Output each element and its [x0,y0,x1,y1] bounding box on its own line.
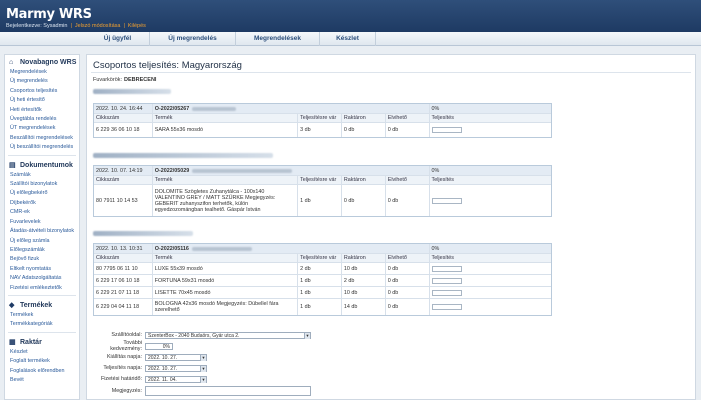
warehouse-icon: ▦ [9,338,16,346]
sidebar-item[interactable]: NAV Adatszolgáltatás [5,274,79,283]
user-info: Bejelentkezve: Sysadmin [6,23,68,29]
nav-orders[interactable]: Megrendelések [236,32,320,46]
sidebar-item[interactable]: Termékkategóriák [5,320,79,329]
sidebar-item[interactable]: Szállítói bizonylatok [5,180,79,189]
user-line: Bejelentkezve: Sysadmin | Jelszó módosítás… [6,23,146,29]
order-percent: 0% [431,245,440,252]
table-row: 80 7795 06 11 10 LUXE 55x39 mosdó 2 db 1… [94,263,551,275]
chevron-down-icon: ▼ [200,354,206,361]
table-row: 6 229 04 04 11 18 BOLOGNA 42x36 mosdó Me… [94,299,551,315]
sidebar-item[interactable]: ÜT megrendelések [5,124,79,133]
table-row: 80 7911 10 14 53 DOLOMITE Szögletes Zuha… [94,185,551,216]
table-row: 6 229 17 06 10 18 FORTUNA 59x31 mosdó 1 … [94,275,551,287]
fulfill-qty-input[interactable] [431,265,462,272]
discount-input[interactable]: 0% [145,342,173,350]
sidebar-item[interactable]: Heti értesítők [5,106,79,115]
order-code[interactable]: O-2022/05029 [153,166,430,175]
sidebar-section-products: ◆ Termékek [9,301,53,309]
order-date: 2022. 10. 24. 16:44 [94,104,153,113]
issue-date-row: Kiállítás napja: 2022. 10. 27. ▼ [106,353,207,361]
nav-new-customer[interactable]: Új ügyfél [86,32,150,46]
sidebar-item[interactable]: Új előleg számla [5,237,79,246]
logout-link[interactable]: Kilépés [128,23,146,29]
order-code[interactable]: O-2022/05267 [153,104,430,113]
note-textarea[interactable] [145,386,311,396]
order-table-2: 2022. 10. 07. 14:19 O-2022/05029 0% Cikk… [93,165,552,217]
fulfill-qty-input[interactable] [431,197,462,204]
sidebar-item[interactable]: Átadás-átvételi bizonylatok [5,227,79,236]
sidebar-item[interactable]: Csoportos teljesítés [5,87,79,96]
sidebar-item[interactable]: Megrendelések [5,68,79,77]
sidebar-item[interactable]: Foglalások előrendben [5,367,79,376]
redacted-customer [93,231,193,236]
fulfill-qty-input[interactable] [431,289,462,296]
sidebar-item[interactable]: Termékek [5,311,79,320]
due-date-select[interactable]: 2022. 11. 04. ▼ [145,375,207,383]
warehouse-select[interactable]: SzenterBox - 2040 Budaörs, Gyár utca 2. ▼ [145,331,311,339]
nav-new-order[interactable]: Új megrendelés [150,32,236,46]
sidebar-item[interactable]: Eltkelt nyomtatás [5,265,79,274]
redacted-customer [93,153,273,158]
fulfill-qty-input[interactable] [431,304,462,310]
order-table-3: 2022. 10. 13. 10:31 O-2022/05116 0% Cikk… [93,243,552,316]
redacted-customer [93,89,171,94]
route-value: DEBRECENI [124,77,157,83]
sidebar-item[interactable]: Új megrendelés [5,77,79,86]
route-info: Fuvarkörök: DEBRECENI [93,77,157,83]
order-code[interactable]: O-2022/05116 [153,244,430,253]
note-row: Megjegyzés: [93,386,311,396]
sidebar-item[interactable]: Beszállítói megrendelések [5,134,79,143]
perf-date-row: Teljesítés napja: 2022. 10. 27. ▼ [103,364,207,372]
sidebar-item[interactable]: Számlák [5,171,79,180]
chevron-down-icon: ▼ [304,332,310,339]
fulfill-qty-input[interactable] [431,277,462,284]
sidebar-item[interactable]: Fizetési emlékeztetők [5,284,79,293]
document-icon: ▤ [9,161,16,169]
chevron-down-icon: ▼ [200,365,206,372]
sidebar-section-documents: ▤ Dokumentumok [9,161,73,169]
sidebar-item[interactable]: Bejövő fizuk [5,255,79,264]
perf-date-select[interactable]: 2022. 10. 27. ▼ [145,364,207,372]
fulfill-qty-input[interactable] [431,127,462,133]
change-password-link[interactable]: Jelszó módosítása [75,23,121,29]
page-title: Csoportos teljesítés: Magyarország [93,60,242,71]
sidebar-item[interactable]: Előlegszámlák [5,246,79,255]
tag-icon: ◆ [9,301,15,309]
sidebar-item[interactable]: Készlet [5,348,79,357]
table-row: 6 229 21 07 11 18 LISETTE 70x45 mosdó 1 … [94,287,551,299]
sidebar-item[interactable]: Új heti értesítő [5,96,79,105]
sidebar: ⌂ Novabagno WRS Megrendelések Új megrende… [4,54,80,400]
discount-row: További kedvezmény: 0% [93,340,173,352]
sidebar-item[interactable]: Foglalt termékek [5,357,79,366]
order-percent: 0% [431,167,440,174]
sidebar-item[interactable]: Új előlegbekérő [5,189,79,198]
due-date-row: Fizetési határidő: 2022. 11. 04. ▼ [100,375,207,383]
sidebar-item[interactable]: CMR-ek [5,208,79,217]
order-date: 2022. 10. 07. 14:19 [94,166,153,175]
sidebar-item[interactable]: Díjbekérők [5,199,79,208]
sidebar-section-warehouse: ▦ Raktár [9,338,42,346]
home-icon: ⌂ [9,59,14,66]
app-logo[interactable]: Marmy WRS [6,7,92,22]
nav-stock[interactable]: Készlet [320,32,376,46]
sidebar-section-wrs: ⌂ Novabagno WRS [9,59,77,66]
order-percent: 0% [431,105,440,112]
header-bar: Marmy WRS Bejelentkezve: Sysadmin | Jelszó… [0,0,701,32]
sidebar-item[interactable]: Bevét [5,376,79,385]
order-table-1: 2022. 10. 24. 16:44 O-2022/05267 0% Cikk… [93,103,552,138]
chevron-down-icon: ▼ [200,376,206,383]
sidebar-item[interactable]: Fuvarlevelek [5,218,79,227]
sidebar-item[interactable]: Üvegtábla rendelés [5,115,79,124]
main-nav: Új ügyfél Új megrendelés Megrendelések K… [0,32,701,46]
main-panel: Csoportos teljesítés: Magyarország Fuvar… [86,54,696,400]
warehouse-row: Szállítóoldal: SzenterBox - 2040 Budaörs… [111,331,311,339]
order-date: 2022. 10. 13. 10:31 [94,244,153,253]
table-row: 6 229 36 06 10 18 SARA 55x36 mosdó 3 db … [94,123,551,137]
issue-date-select[interactable]: 2022. 10. 27. ▼ [145,353,207,361]
sidebar-item[interactable]: Új beszállítói megrendelés [5,143,79,152]
